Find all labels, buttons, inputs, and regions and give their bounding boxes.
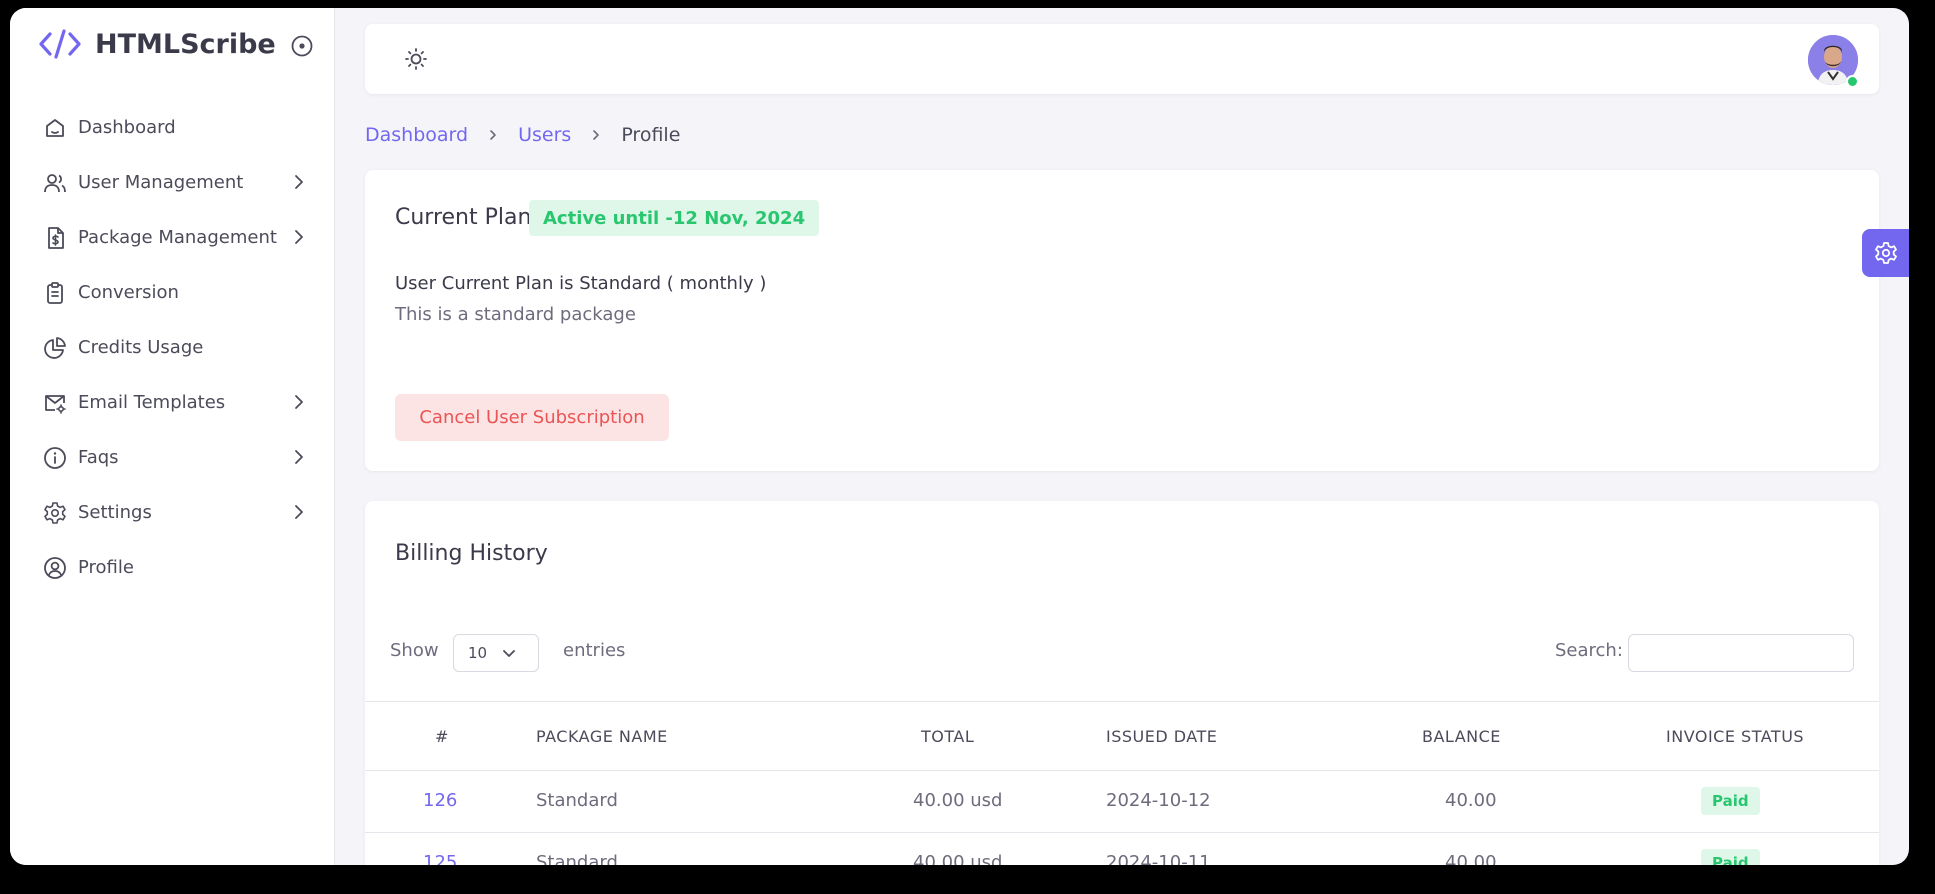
billing-table: # PACKAGE NAME TOTAL ISSUED DATE BALANCE… (365, 701, 1879, 865)
mail-settings-icon (45, 394, 66, 414)
status-badge: Paid (1701, 787, 1760, 815)
clipboard-icon (47, 281, 63, 304)
cancel-subscription-button[interactable]: Cancel User Subscription (395, 394, 669, 441)
status-badge: Paid (1701, 849, 1760, 865)
breadcrumb-dashboard[interactable]: Dashboard (365, 124, 468, 146)
sidebar-nav: Dashboard User Management Package Manage… (10, 100, 335, 595)
gear-icon (44, 501, 66, 524)
theme-customizer-button[interactable] (1862, 229, 1909, 277)
total-cell: 40.00 usd (913, 790, 1003, 811)
package-cell: Standard (536, 852, 618, 865)
chevron-right-icon (490, 130, 496, 140)
column-header-id[interactable]: # (435, 727, 449, 746)
home-icon (46, 118, 64, 137)
plan-status-badge: Active until -12 Nov, 2024 (529, 200, 820, 236)
column-header-package[interactable]: PACKAGE NAME (536, 727, 668, 746)
invoice-id-link[interactable]: 126 (423, 790, 457, 811)
sidebar-item-profile[interactable]: Profile (10, 540, 335, 595)
user-circle-icon (44, 556, 66, 579)
table-row: 125 Standard 40.00 usd 2024-10-11 40.00 … (365, 833, 1879, 865)
sidebar-item-label: Faqs (78, 447, 119, 468)
gear-icon (1874, 242, 1897, 264)
sidebar: HTMLScribe Dashboard User Management Pac… (10, 8, 335, 865)
column-header-invoice-status[interactable]: INVOICE STATUS (1666, 727, 1804, 746)
app-window: HTMLScribe Dashboard User Management Pac… (10, 8, 1909, 865)
sun-icon[interactable] (403, 46, 429, 72)
sidebar-item-label: Conversion (78, 282, 179, 303)
file-dollar-icon (48, 226, 64, 249)
chevron-right-icon (295, 230, 303, 244)
issued-date-cell: 2024-10-11 (1106, 852, 1211, 865)
chevron-right-icon (295, 505, 303, 519)
chevron-right-icon (295, 450, 303, 464)
balance-cell: 40.00 (1445, 852, 1497, 865)
info-icon (44, 446, 66, 469)
sidebar-item-conversion[interactable]: Conversion (10, 265, 335, 320)
billing-history-card: Billing History Show 10 entries Search: … (365, 501, 1879, 865)
plan-subdescription: This is a standard package (395, 304, 636, 325)
top-navbar (365, 24, 1879, 94)
search-input[interactable] (1628, 634, 1854, 672)
sidebar-item-label: Email Templates (78, 392, 226, 413)
table-row: 126 Standard 40.00 usd 2024-10-12 40.00 … (365, 771, 1879, 833)
sidebar-item-label: Package Management (78, 227, 277, 248)
plan-title: Current Plan (395, 205, 532, 230)
sidebar-item-label: User Management (78, 172, 244, 193)
online-status-dot (1846, 75, 1859, 88)
breadcrumb-current: Profile (621, 124, 681, 146)
chevron-right-icon (593, 130, 600, 140)
brand-name: HTMLScribe (95, 28, 276, 60)
chevron-right-icon (295, 395, 303, 409)
current-plan-card: Current Plan Active until -12 Nov, 2024 … (365, 170, 1879, 471)
column-header-total[interactable]: TOTAL (921, 727, 974, 746)
total-cell: 40.00 usd (913, 852, 1003, 865)
billing-title: Billing History (395, 541, 548, 566)
entries-select[interactable]: 10 (453, 634, 539, 672)
invoice-id-link[interactable]: 125 (423, 852, 457, 865)
sidebar-item-dashboard[interactable]: Dashboard (10, 100, 335, 155)
issued-date-cell: 2024-10-12 (1106, 790, 1211, 811)
sidebar-item-label: Credits Usage (78, 337, 204, 358)
entries-label: entries (563, 640, 626, 661)
column-header-issued-date[interactable]: ISSUED DATE (1106, 727, 1217, 746)
sidebar-item-settings[interactable]: Settings (10, 485, 335, 540)
collapse-sidebar-icon[interactable] (289, 33, 315, 59)
sidebar-item-label: Dashboard (78, 117, 176, 138)
column-header-balance[interactable]: BALANCE (1422, 727, 1501, 746)
entries-value: 10 (468, 644, 488, 662)
pie-chart-icon (44, 336, 66, 359)
breadcrumb-users[interactable]: Users (518, 124, 571, 146)
chevron-down-icon (503, 650, 515, 657)
search-label: Search: (1555, 640, 1623, 661)
sidebar-item-email-templates[interactable]: Email Templates (10, 375, 335, 430)
sidebar-item-label: Profile (78, 557, 134, 578)
brand[interactable]: HTMLScribe (37, 26, 276, 62)
show-label: Show (390, 640, 439, 661)
sidebar-item-user-management[interactable]: User Management (10, 155, 335, 210)
package-cell: Standard (536, 790, 618, 811)
sidebar-item-credits-usage[interactable]: Credits Usage (10, 320, 335, 375)
table-header: # PACKAGE NAME TOTAL ISSUED DATE BALANCE… (365, 701, 1879, 771)
sidebar-item-package-management[interactable]: Package Management (10, 210, 335, 265)
users-icon (44, 173, 66, 192)
balance-cell: 40.00 (1445, 790, 1497, 811)
sidebar-item-label: Settings (78, 502, 152, 523)
breadcrumb: Dashboard Users Profile (365, 124, 680, 146)
sidebar-item-faqs[interactable]: Faqs (10, 430, 335, 485)
code-logo-icon (39, 29, 81, 59)
plan-description: User Current Plan is Standard ( monthly … (395, 273, 767, 294)
chevron-right-icon (295, 175, 303, 189)
